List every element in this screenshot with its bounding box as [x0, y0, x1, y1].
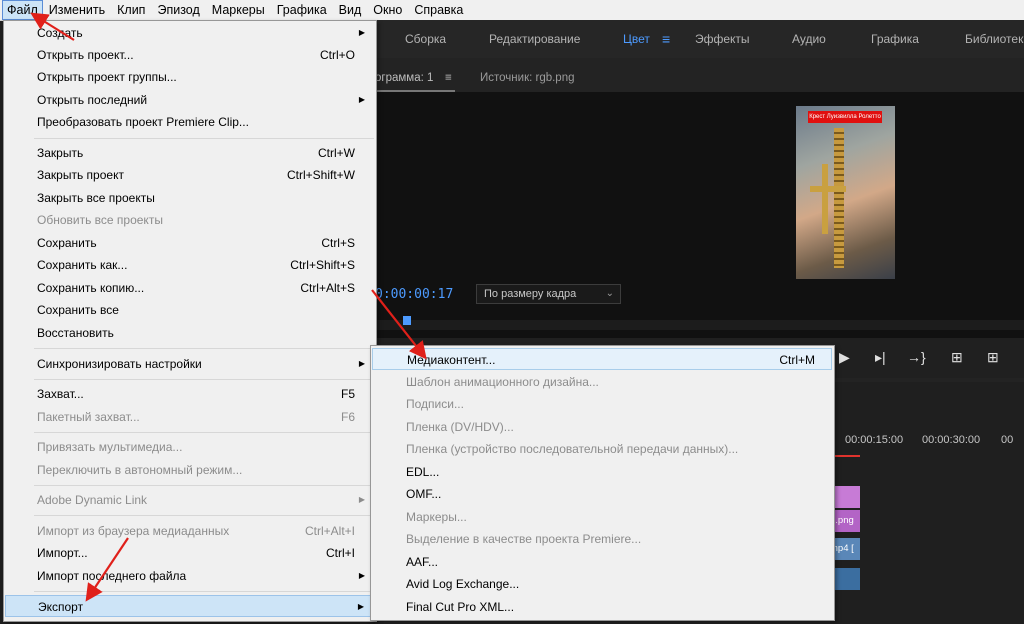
- menu-item-open-recent[interactable]: Открыть последний ▶: [5, 89, 375, 111]
- menu-help[interactable]: Справка: [408, 1, 469, 19]
- workspace-graphics[interactable]: Графика: [871, 32, 919, 46]
- program-monitor: Крест Луизвилла Ролетто: [375, 92, 1024, 352]
- chain-graphic: [834, 128, 844, 268]
- tab-source[interactable]: Источник: rgb.png: [480, 72, 575, 84]
- export-item-aaf[interactable]: AAF...: [372, 551, 832, 573]
- ruler-time-next: 00: [1001, 434, 1014, 446]
- lift-icon[interactable]: ⊞: [951, 350, 963, 364]
- timeline-ruler[interactable]: 00:00:15:00 00:00:30:00 00: [830, 428, 1024, 456]
- submenu-arrow-icon: ▶: [357, 602, 364, 611]
- menu-item-close[interactable]: Закрыть Ctrl+W: [5, 142, 375, 164]
- playhead-handle[interactable]: [403, 316, 411, 325]
- menu-item-export[interactable]: Экспорт ▶: [5, 595, 375, 617]
- menu-item-link-media: Привязать мультимедиа...: [37, 440, 183, 454]
- menu-edit[interactable]: Изменить: [43, 1, 111, 19]
- menu-view[interactable]: Вид: [333, 1, 368, 19]
- menu-item-dynamic-link: Adobe Dynamic Link ▶: [5, 489, 375, 511]
- workspace-audio[interactable]: Аудио: [792, 32, 826, 46]
- menu-item-open-project[interactable]: Открыть проект... Ctrl+O: [5, 44, 375, 66]
- menu-item-save-as[interactable]: Сохранить как... Ctrl+Shift+S: [5, 254, 375, 276]
- menu-item-sync-settings[interactable]: Синхронизировать настройки ▶: [5, 353, 375, 375]
- menu-separator: [34, 348, 374, 349]
- panel-menu-icon[interactable]: ≡: [445, 72, 452, 84]
- menu-item-batch-capture: Пакетный захват... F6: [37, 410, 355, 424]
- workspace-libraries[interactable]: Библиотеки: [965, 32, 1024, 46]
- menu-item-open-team-project[interactable]: Открыть проект группы...: [5, 66, 375, 88]
- export-item-avid-log-exchange[interactable]: Avid Log Exchange...: [372, 573, 832, 595]
- export-item-captions: Подписи...: [406, 397, 464, 411]
- menu-item-save[interactable]: Сохранить Ctrl+S: [5, 232, 375, 254]
- menu-markers[interactable]: Маркеры: [206, 1, 271, 19]
- menu-item-make-offline: Переключить в автономный режим...: [37, 463, 243, 477]
- export-item-selection-as-project: Выделение в качестве проекта Premiere...: [406, 532, 642, 546]
- menu-item-convert-premiere-clip[interactable]: Преобразовать проект Premiere Clip...: [5, 111, 375, 133]
- menu-item-import[interactable]: Импорт... Ctrl+I: [5, 542, 375, 564]
- menu-file[interactable]: Файл: [2, 0, 43, 20]
- menu-item-close-all-projects[interactable]: Закрыть все проекты: [5, 187, 375, 209]
- timeline-panel: 00:00:15:00 00:00:30:00 00 b.png mp4 [: [830, 382, 1024, 624]
- zoom-level-value: По размеру кадра: [484, 288, 577, 300]
- submenu-arrow-icon: ▶: [358, 95, 365, 104]
- monitor-tabs: ограмма: 1 ≡ Источник: rgb.png: [375, 58, 1024, 92]
- menu-separator: [34, 591, 374, 592]
- submenu-arrow-icon: ▶: [358, 571, 365, 580]
- cross-graphic: [822, 164, 828, 234]
- export-item-motion-graphics-template: Шаблон анимационного дизайна...: [406, 375, 599, 389]
- menu-separator: [34, 138, 374, 139]
- export-item-markers: Маркеры...: [406, 510, 467, 524]
- menu-window[interactable]: Окно: [367, 1, 408, 19]
- menu-clip[interactable]: Клип: [111, 1, 151, 19]
- preview-caption: Крест Луизвилла Ролетто: [808, 111, 882, 123]
- ruler-time-30s: 00:00:30:00: [922, 434, 981, 446]
- export-submenu: Медиаконтент... Ctrl+M Шаблон анимационн…: [370, 345, 835, 621]
- workspace-bar: Сборка Редактирование Цвет ≡ Эффекты Ауд…: [375, 20, 1024, 59]
- submenu-arrow-icon: ▶: [358, 359, 365, 368]
- workspace-editing[interactable]: Редактирование: [489, 32, 580, 46]
- menu-item-import-media-browser: Импорт из браузера медиаданных Ctrl+Alt+…: [37, 524, 355, 538]
- step-forward-icon[interactable]: ▸|: [875, 350, 886, 364]
- menu-item-revert[interactable]: Восстановить: [5, 322, 375, 344]
- time-scrubber[interactable]: [375, 320, 1024, 330]
- workspace-effects[interactable]: Эффекты: [695, 32, 750, 46]
- submenu-arrow-icon: ▶: [358, 28, 365, 37]
- cross-bar-graphic: [810, 186, 846, 192]
- export-item-tape-serial-device: Пленка (устройство последовательной пере…: [406, 442, 739, 456]
- ruler-time-15s: 00:00:15:00: [845, 434, 904, 446]
- tab-program[interactable]: ограмма: 1: [375, 72, 433, 84]
- menu-item-new[interactable]: Создать ▶: [5, 22, 375, 44]
- submenu-arrow-icon: ▶: [358, 495, 365, 504]
- export-item-media[interactable]: Медиаконтент... Ctrl+M: [372, 348, 832, 370]
- menu-sequence[interactable]: Эпизод: [151, 1, 205, 19]
- workspace-assembly[interactable]: Сборка: [405, 32, 446, 46]
- extract-icon[interactable]: ⊞: [987, 350, 999, 364]
- menu-item-save-copy[interactable]: Сохранить копию... Ctrl+Alt+S: [5, 277, 375, 299]
- hamburger-icon[interactable]: ≡: [662, 31, 670, 47]
- menu-item-capture[interactable]: Захват... F5: [5, 383, 375, 405]
- menu-graphics[interactable]: Графика: [271, 1, 333, 19]
- video-preview: Крест Луизвилла Ролетто: [796, 106, 895, 279]
- export-item-final-cut-pro-xml[interactable]: Final Cut Pro XML...: [372, 596, 832, 618]
- playhead-timecode[interactable]: 0:00:00:17: [375, 287, 453, 302]
- export-item-omf[interactable]: OMF...: [372, 483, 832, 505]
- menu-item-refresh-all-projects: Обновить все проекты: [37, 213, 163, 227]
- menu-separator: [34, 379, 374, 380]
- menu-item-close-project[interactable]: Закрыть проект Ctrl+Shift+W: [5, 164, 375, 186]
- menu-item-import-recent-file[interactable]: Импорт последнего файла ▶: [5, 565, 375, 587]
- menu-item-save-all[interactable]: Сохранить все: [5, 299, 375, 321]
- play-icon[interactable]: ▶: [839, 350, 850, 364]
- export-item-edl[interactable]: EDL...: [372, 461, 832, 483]
- workspace-color[interactable]: Цвет: [623, 32, 650, 46]
- menu-separator: [34, 432, 374, 433]
- file-menu-dropdown: Создать ▶ Открыть проект... Ctrl+O Откры…: [3, 20, 377, 622]
- menu-separator: [34, 485, 374, 486]
- chevron-down-icon: ⌄: [605, 288, 614, 299]
- go-to-out-icon[interactable]: →}: [907, 350, 926, 364]
- menu-separator: [34, 515, 374, 516]
- menu-bar: Файл Изменить Клип Эпизод Маркеры График…: [0, 0, 1024, 21]
- zoom-level-select[interactable]: По размеру кадра ⌄: [476, 284, 621, 304]
- export-item-tape-dv-hdv: Пленка (DV/HDV)...: [406, 420, 514, 434]
